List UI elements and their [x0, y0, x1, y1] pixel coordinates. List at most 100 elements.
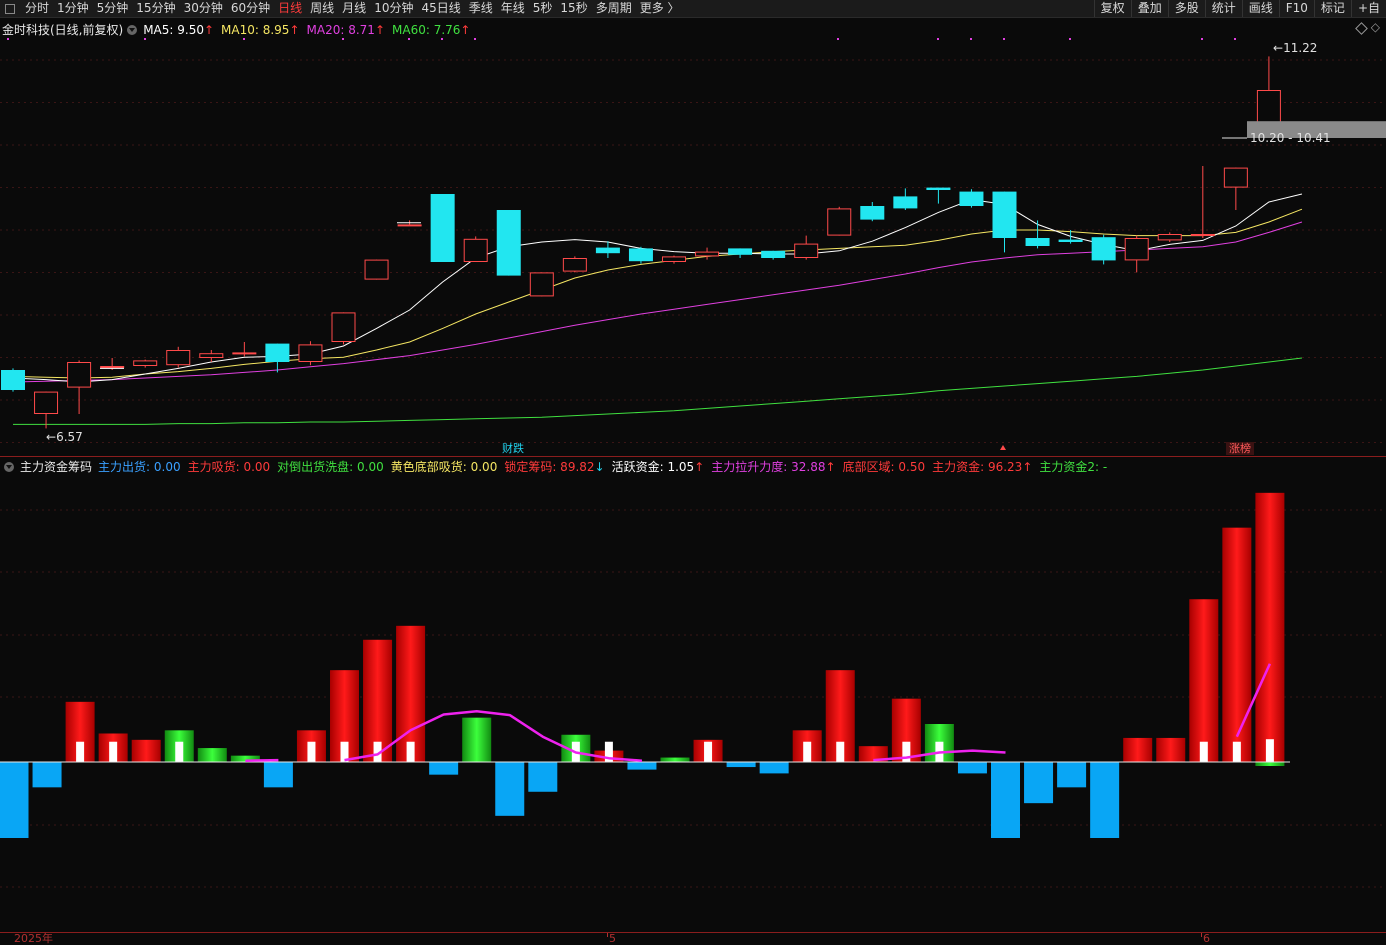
high-price-label: ←11.22	[1273, 41, 1317, 55]
legend-item: 黄色底部吸货: 0.00	[391, 458, 498, 475]
candle-body-up	[34, 391, 59, 415]
arrow-up-icon: ↑	[289, 22, 300, 37]
tab-period-14[interactable]: 15秒	[556, 0, 591, 17]
legend-item-label: 锁定筹码: 89.82	[504, 460, 595, 474]
flow-bar	[957, 762, 987, 774]
event-tag-limit-up[interactable]: 涨榜	[1226, 442, 1254, 455]
legend-item: MA10: 8.95↑	[221, 23, 299, 37]
signal-dot	[441, 38, 443, 40]
tab-period-12[interactable]: 年线	[497, 0, 529, 17]
legend-item: 主力资金2: -	[1039, 458, 1107, 475]
capital-flow-chart[interactable]	[0, 457, 1386, 933]
arrow-up-icon: ↑	[825, 460, 836, 474]
flow-bar	[759, 762, 789, 774]
legend-item-label: MA10: 8.95	[221, 22, 290, 37]
candle-body-down	[959, 191, 984, 206]
toolbar-button-3[interactable]: 统计	[1204, 0, 1242, 17]
toolbar-button-5[interactable]: F10	[1278, 0, 1314, 17]
candle-body-up	[232, 352, 257, 355]
candlestick-chart[interactable]	[0, 18, 1386, 456]
tab-period-1[interactable]: 1分钟	[53, 0, 93, 17]
flow-bar	[429, 762, 459, 775]
flow-bar	[1156, 737, 1186, 762]
candle-body-down	[595, 247, 620, 254]
flow-bar	[1222, 527, 1252, 762]
tab-period-13[interactable]: 5秒	[529, 0, 557, 17]
indicator-title: 主力资金筹码	[20, 460, 93, 474]
flow-bar	[131, 739, 161, 762]
tab-period-2[interactable]: 5分钟	[93, 0, 133, 17]
window-menu-icon[interactable]	[5, 3, 15, 14]
legend-item: 活跃资金: 1.05↑	[612, 458, 705, 475]
flow-bar	[726, 762, 756, 768]
tab-period-10[interactable]: 45日线	[417, 0, 464, 17]
active-capital-bar	[1232, 741, 1241, 762]
flow-bar	[1024, 762, 1054, 804]
legend-item-label: MA20: 8.71	[306, 22, 375, 37]
candle-body-up	[199, 353, 224, 359]
tab-period-15[interactable]: 多周期	[592, 0, 636, 17]
candle-body-down	[496, 210, 521, 276]
tab-period-16[interactable]: 更多 〉	[636, 0, 684, 17]
toolbar-button-6[interactable]: 标记	[1313, 0, 1351, 17]
candle-body-down	[1058, 239, 1083, 242]
tab-period-7[interactable]: 周线	[306, 0, 338, 17]
signal-dot	[342, 38, 344, 40]
signal-dot	[243, 38, 245, 40]
flow-bar	[1255, 762, 1285, 766]
candle-body-up	[662, 256, 686, 262]
toolbar-button-0[interactable]: 复权	[1093, 0, 1131, 17]
time-axis-label-june: 6	[1203, 932, 1210, 945]
indicator-settings-icon[interactable]	[127, 24, 138, 35]
time-axis: 2025年 5 6	[0, 932, 1386, 945]
candle-body-up	[562, 258, 587, 272]
toolbar-button-2[interactable]: 多股	[1167, 0, 1205, 17]
price-chart-panel[interactable]	[0, 18, 1386, 456]
price-legend: 金时科技(日线,前复权) MA5: 9.50↑ MA10: 8.95↑ MA20: …	[2, 21, 477, 38]
active-capital-bar	[1265, 739, 1274, 762]
legend-item-label: 主力拉升力度: 32.88	[711, 460, 826, 474]
tab-period-6[interactable]: 日线	[274, 0, 306, 17]
signal-dot	[474, 38, 476, 40]
toolbar-button-4[interactable]: 画线	[1241, 0, 1279, 17]
indicator-settings-icon[interactable]	[4, 461, 14, 472]
signal-dot	[837, 38, 839, 40]
time-axis-tick	[1201, 933, 1202, 937]
candle-body-up	[100, 366, 125, 368]
tab-period-3[interactable]: 15分钟	[132, 0, 179, 17]
period-tabs: 分时 1分钟 5分钟 15分钟 30分钟 60分钟 日线 周线 月线 10分钟 45日线 季线 年线 5秒…	[21, 0, 684, 17]
candle-body-down	[1, 370, 25, 390]
active-capital-bar	[175, 741, 184, 762]
legend-item: 锁定筹码: 89.82↓	[504, 458, 604, 475]
indicator-panel[interactable]	[0, 456, 1386, 932]
tab-period-8[interactable]: 月线	[338, 0, 370, 17]
signal-dot	[408, 38, 410, 40]
flow-bar	[495, 762, 525, 816]
toolbar-button-1[interactable]: 叠加	[1130, 0, 1168, 17]
tab-period-5[interactable]: 60分钟	[227, 0, 274, 17]
arrow-down-icon: ↓	[594, 460, 605, 474]
toolbar-right-tabs: 复权 叠加 多股 统计 画线 F10 标记 +自	[1093, 0, 1386, 17]
tab-period-0[interactable]: 分时	[21, 0, 53, 17]
flow-bar	[1090, 762, 1120, 838]
candle-body-up	[827, 208, 852, 236]
price-range-label: 10.20 - 10.41	[1250, 131, 1331, 145]
tab-period-9[interactable]: 10分钟	[370, 0, 417, 17]
candle-body-down	[728, 248, 753, 255]
ma60-line	[13, 357, 1303, 425]
signal-dot	[1003, 38, 1005, 40]
flow-bar	[462, 717, 492, 762]
candle-body-up	[133, 360, 158, 366]
flow-bar	[396, 625, 426, 762]
flow-bar	[660, 757, 690, 762]
arrow-up-icon: ↑	[694, 460, 705, 474]
tab-period-4[interactable]: 30分钟	[180, 0, 227, 17]
tab-period-11[interactable]: 季线	[465, 0, 497, 17]
toolbar-button-7[interactable]: +自	[1350, 0, 1386, 17]
candle-body-down	[1091, 237, 1116, 261]
candle-body-up	[1223, 167, 1248, 188]
expand-icon[interactable]: ◇	[1371, 20, 1380, 34]
event-tag-finance[interactable]: 财跌	[499, 442, 527, 455]
signal-dot	[1069, 38, 1071, 40]
indicator-values: 主力出货: 0.00 主力吸货: 0.00 对倒出货洗盘: 0.00 黄色底部吸货: …	[98, 458, 1114, 475]
